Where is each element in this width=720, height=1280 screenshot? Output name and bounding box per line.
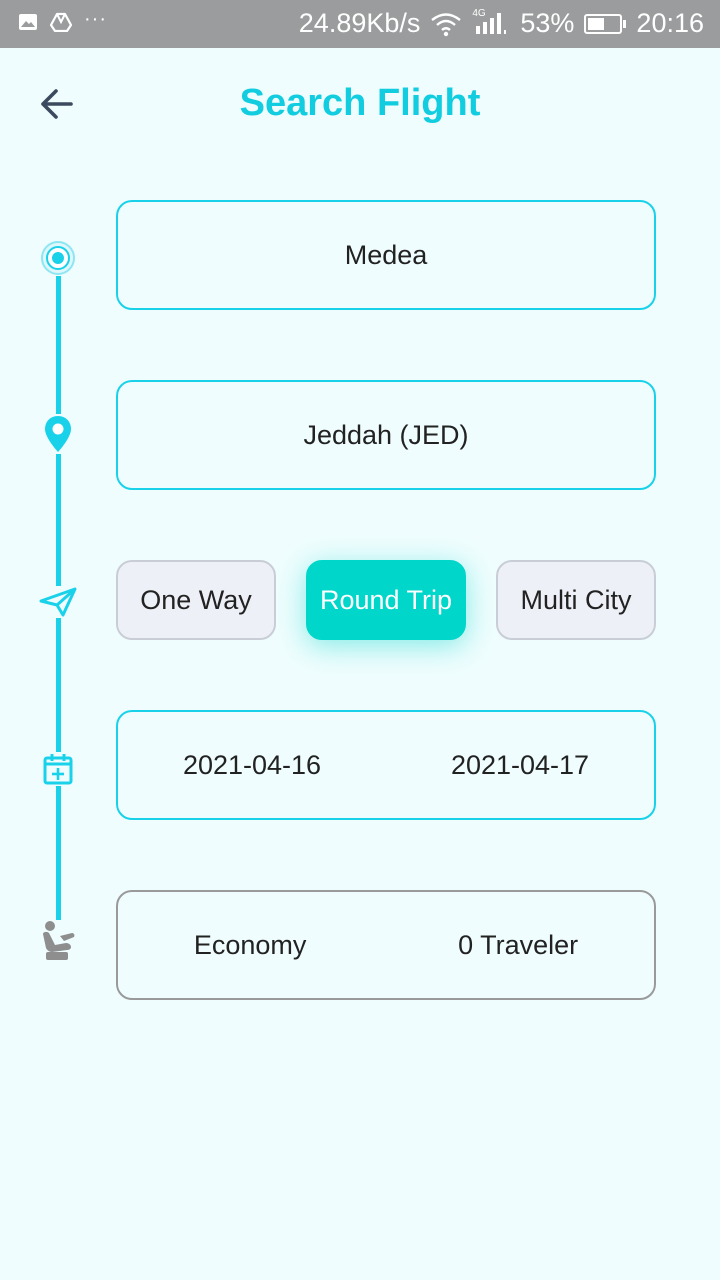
status-bar: ··· 24.89Kb/s 4G 53% 20:16 <box>0 0 720 48</box>
drive-icon <box>50 12 72 32</box>
origin-value: Medea <box>344 239 428 270</box>
clock: 20:16 <box>636 8 704 38</box>
status-right-icons: 24.89Kb/s 4G 53% 20:16 <box>299 8 704 39</box>
more-dots-icon: ··· <box>84 7 107 30</box>
wifi-icon <box>431 12 462 36</box>
status-left-icons: ··· <box>18 8 107 32</box>
net-speed: 24.89Kb/s <box>298 8 421 38</box>
depart-date[interactable]: 2021-04-16 <box>183 750 321 781</box>
origin-target-icon <box>40 240 76 276</box>
dates-field: 2021-04-16 2021-04-17 <box>116 710 656 820</box>
battery-icon <box>584 13 627 34</box>
app-bar: Search Flight <box>0 48 720 160</box>
trip-type-label: Round Trip <box>319 584 453 615</box>
page-title: Search Flight <box>239 82 481 124</box>
destination-field[interactable]: Jeddah (JED) <box>116 380 656 490</box>
seat-icon <box>38 920 78 962</box>
battery-percent: 53% <box>520 8 575 38</box>
trip-type-label: Multi City <box>520 584 632 615</box>
return-date[interactable]: 2021-04-17 <box>451 750 589 781</box>
trip-type-round-trip[interactable]: Round Trip <box>306 560 466 640</box>
calendar-add-icon <box>42 752 74 786</box>
trip-type-multi-city[interactable]: Multi City <box>496 560 656 640</box>
origin-field[interactable]: Medea <box>116 200 656 310</box>
destination-pin-icon <box>42 414 74 454</box>
image-icon <box>19 14 37 30</box>
class-travelers-field: Economy 0 Traveler <box>116 890 656 1000</box>
cabin-class[interactable]: Economy <box>194 930 307 961</box>
destination-value: Jeddah (JED) <box>303 419 469 450</box>
traveler-count[interactable]: 0 Traveler <box>458 930 578 961</box>
signal-icon: 4G <box>472 8 510 38</box>
paper-plane-icon <box>38 586 78 618</box>
trip-type-label: One Way <box>140 584 252 615</box>
trip-type-one-way[interactable]: One Way <box>116 560 276 640</box>
